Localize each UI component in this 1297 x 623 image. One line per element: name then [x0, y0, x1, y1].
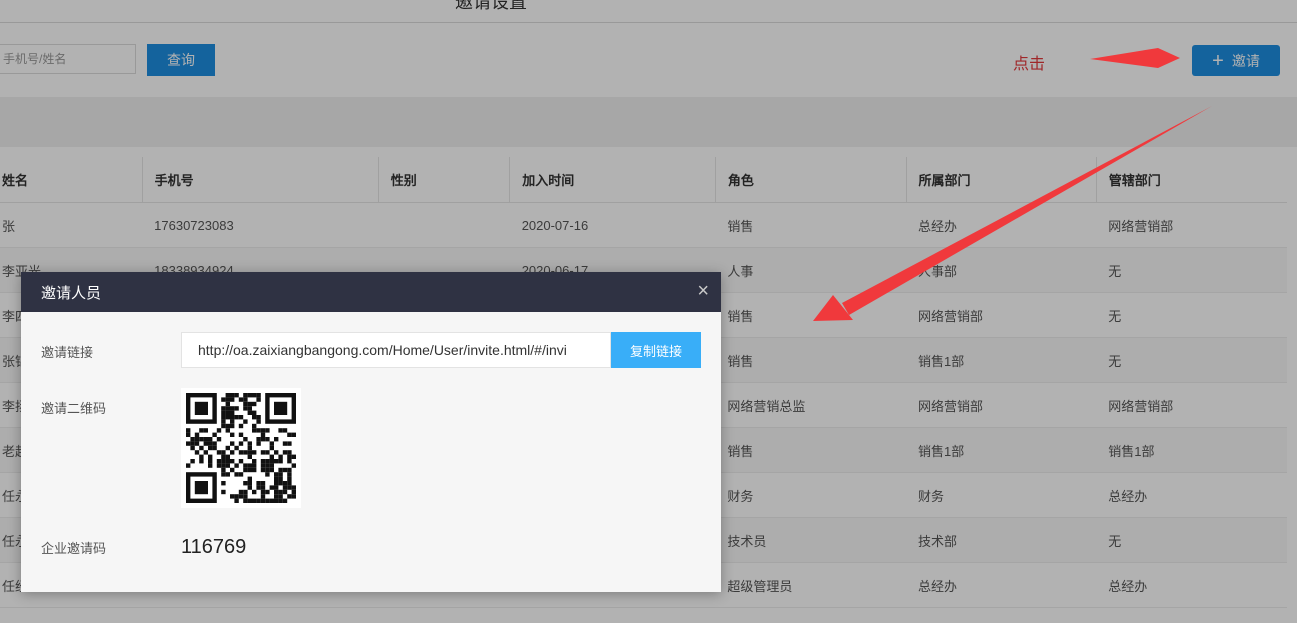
- copy-link-button[interactable]: 复制链接: [611, 332, 701, 368]
- invite-code-value: 116769: [181, 536, 247, 558]
- qr-code-image: [181, 388, 301, 508]
- invite-modal: 邀请人员 × 邀请链接 http://oa.zaixiangbangong.co…: [21, 272, 721, 592]
- modal-title: 邀请人员: [41, 284, 102, 302]
- qr-code-label: 邀请二维码: [41, 401, 107, 416]
- annotation-arrow-icon: [1090, 48, 1180, 68]
- qr-code-icon: [186, 393, 296, 503]
- close-icon[interactable]: ×: [697, 281, 709, 301]
- invite-code-label: 企业邀请码: [41, 541, 107, 556]
- modal-header: 邀请人员 ×: [21, 272, 721, 312]
- annotation-arrow-shaft: [842, 106, 1212, 315]
- invite-link-field[interactable]: http://oa.zaixiangbangong.com/Home/User/…: [181, 332, 611, 368]
- invite-link-label: 邀请链接: [41, 345, 94, 360]
